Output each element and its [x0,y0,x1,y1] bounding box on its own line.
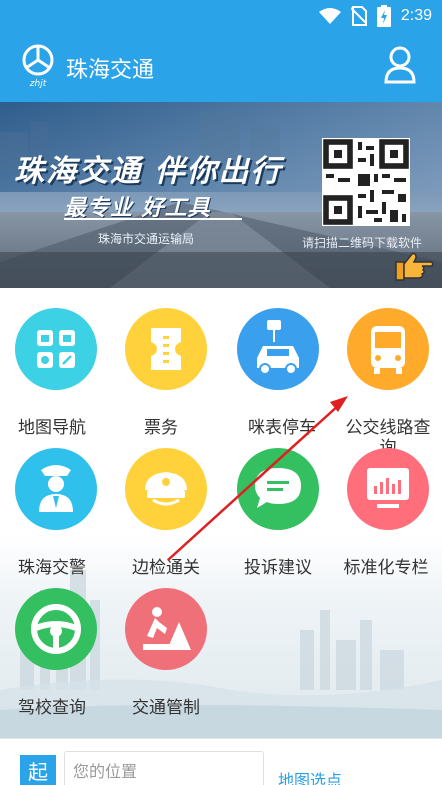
tile-label: 交通管制 [132,698,200,718]
steering-wheel-icon [15,588,97,670]
tile-label: 咪表停车 [248,418,316,438]
app-logo: zhjt [20,44,56,89]
status-bar: 2:39 [0,0,442,32]
promo-banner[interactable]: 珠海交通 伴你出行 最专业 好工具 珠海市交通运输局 请扫描二维码下载软件 [0,102,442,288]
start-badge: 起 [20,755,56,785]
start-location-input[interactable]: 您的位置 [64,751,264,785]
user-icon [384,46,416,84]
map-navigation-icon [15,308,97,390]
tile-border-inspection[interactable]: 边检通关 [110,448,210,588]
status-time: 2:39 [400,7,432,24]
tile-label: 票务 [144,418,178,438]
border-inspection-cap-icon [125,448,207,530]
status-icons: 2:39 [318,4,432,28]
pointing-hand-icon [392,248,434,282]
banner-org: 珠海市交通运输局 [98,232,195,246]
app-header: zhjt 珠海交通 [0,32,442,102]
tile-ticketing[interactable]: 票务 [110,308,210,448]
banner-underline [64,218,242,220]
parking-meter-car-icon [237,308,319,390]
tile-traffic-control[interactable]: 交通管制 [110,588,210,728]
tile-standardization[interactable]: 标准化专栏 [332,448,432,588]
wifi-icon [318,8,341,24]
tile-map-navigation[interactable]: 地图导航 [0,308,100,448]
qr-code-icon [323,139,409,225]
tile-label: 投诉建议 [244,558,312,578]
ticket-icon [125,308,207,390]
tile-label: 边检通关 [132,558,200,578]
monitor-chart-icon [347,448,429,530]
no-sim-icon [350,6,367,26]
tile-meter-parking[interactable]: 咪表停车 [222,308,322,448]
map-pick-link[interactable]: 地图选点 [278,767,342,785]
profile-button[interactable] [384,46,416,86]
tile-bus-route-query[interactable]: 公交线路查询 [332,308,432,458]
tile-driving-school[interactable]: 驾校查询 [0,588,100,728]
tile-complaints[interactable]: 投诉建议 [222,448,322,588]
road-work-icon [125,588,207,670]
zhjt-logo-icon: zhjt [22,44,54,89]
tile-label: 标准化专栏 [343,558,429,578]
route-search-bar: 起 您的位置 地图选点 [0,738,442,785]
bus-icon [347,308,429,390]
svg-text:zhjt: zhjt [29,79,47,88]
qr-code [322,138,410,226]
traffic-police-icon [15,448,97,530]
app-title: 珠海交通 [66,58,155,83]
battery-charging-icon [376,5,391,27]
tile-traffic-police[interactable]: 珠海交警 [0,448,100,588]
chat-bubble-icon [237,448,319,530]
banner-headline: 珠海交通 伴你出行 [14,154,283,189]
